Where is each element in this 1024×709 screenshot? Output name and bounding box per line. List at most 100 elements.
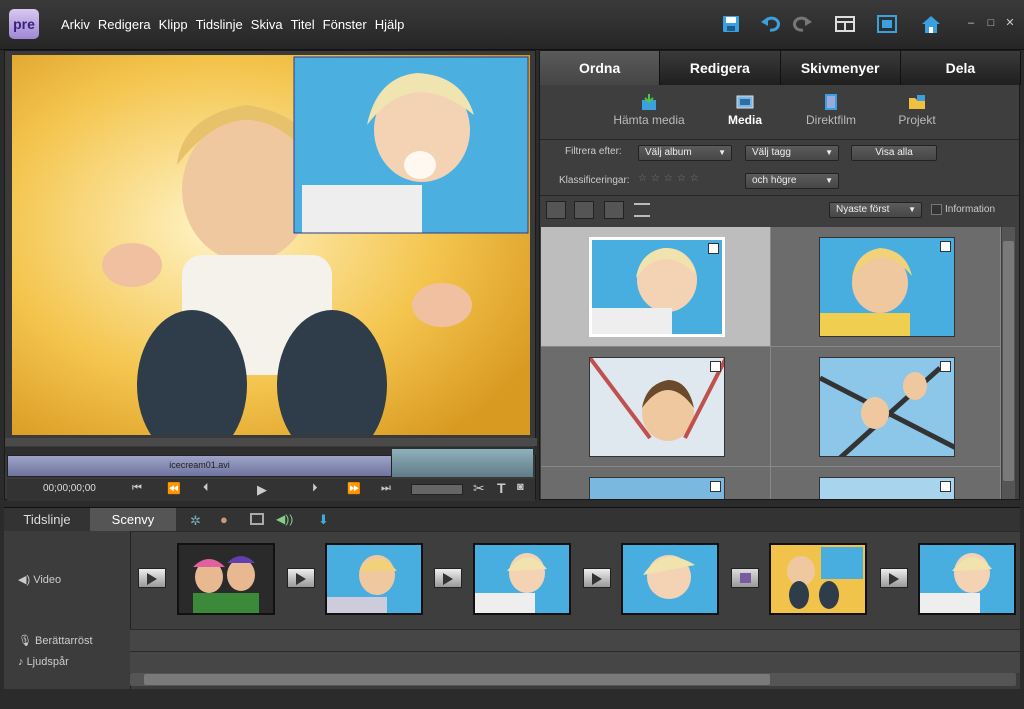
media-scrollbar[interactable] bbox=[1002, 227, 1015, 499]
timeline-scrollbar[interactable] bbox=[130, 673, 1016, 686]
titles-icon[interactable] bbox=[250, 513, 264, 525]
media-item[interactable] bbox=[541, 227, 771, 347]
subtab-projekt[interactable]: Projekt bbox=[872, 87, 962, 127]
monitor-zoom-bar[interactable] bbox=[5, 438, 537, 446]
scene-clip[interactable] bbox=[325, 543, 423, 615]
tag-select[interactable]: Välj tagg ▼ bbox=[745, 145, 839, 161]
fullscreen-icon[interactable] bbox=[876, 14, 898, 34]
step-forward-icon[interactable]: ⏵ bbox=[312, 482, 318, 495]
track-label-video: ◀) Video bbox=[4, 573, 130, 586]
effects-icon[interactable]: ✲ bbox=[190, 513, 201, 529]
tab-tidslinje[interactable]: Tidslinje bbox=[4, 508, 90, 532]
play-icon[interactable]: ▶ bbox=[257, 482, 267, 498]
picture-in-picture-transition-icon[interactable] bbox=[731, 568, 759, 588]
rewind-icon[interactable]: ⏪ bbox=[167, 482, 181, 495]
transition-icon[interactable] bbox=[138, 568, 166, 588]
add-text-icon[interactable]: T bbox=[497, 480, 506, 496]
media-thumbnail bbox=[589, 357, 725, 457]
folder-icon bbox=[909, 95, 925, 109]
go-to-start-icon[interactable]: ⏮ bbox=[132, 482, 142, 495]
maximize-icon[interactable]: □ bbox=[985, 17, 997, 29]
rating-stars[interactable]: ☆☆☆☆☆ bbox=[638, 173, 703, 184]
image-badge-icon bbox=[940, 241, 951, 252]
menu-hjalp[interactable]: Hjälp bbox=[375, 17, 405, 32]
transition-icon[interactable] bbox=[287, 568, 315, 588]
minimize-icon[interactable]: – bbox=[965, 17, 977, 29]
home-icon[interactable] bbox=[920, 14, 942, 34]
menu-bar: pre Arkiv Redigera Klipp Tidslinje Skiva… bbox=[0, 0, 1024, 50]
transition-icon[interactable] bbox=[880, 568, 908, 588]
media-item[interactable] bbox=[541, 347, 771, 467]
save-icon[interactable] bbox=[720, 14, 742, 34]
media-item[interactable] bbox=[771, 347, 1001, 467]
scene-clip[interactable] bbox=[918, 543, 1016, 615]
media-thumbnail bbox=[589, 237, 725, 337]
organize-subtabs: Hämta media Media Direktfilm Projekt bbox=[540, 87, 1021, 137]
audio-mixer-icon[interactable]: ◀)) bbox=[276, 512, 293, 526]
step-back-icon[interactable]: ⏴ bbox=[203, 482, 209, 495]
scrollbar-thumb[interactable] bbox=[144, 674, 770, 685]
information-checkbox[interactable] bbox=[931, 204, 942, 215]
redo-icon[interactable] bbox=[791, 14, 813, 34]
timeline-empty-region bbox=[392, 449, 533, 477]
track-video-name: Video bbox=[33, 574, 62, 586]
video-preview[interactable] bbox=[12, 55, 530, 435]
smartfix-icon[interactable]: ● bbox=[220, 512, 228, 527]
subtab-media[interactable]: Media bbox=[700, 87, 790, 127]
menu-klipp[interactable]: Klipp bbox=[159, 17, 188, 32]
media-item[interactable] bbox=[541, 467, 771, 499]
menu-titel[interactable]: Titel bbox=[291, 17, 315, 32]
image-filter-icon[interactable] bbox=[604, 201, 624, 219]
clip-bar[interactable]: icecream01.avi bbox=[7, 455, 392, 477]
tab-skivmenyer[interactable]: Skivmenyer bbox=[780, 51, 901, 85]
menu-arkiv[interactable]: Arkiv bbox=[61, 17, 90, 32]
organizer-panel: Ordna Redigera Skivmenyer Dela Hämta med… bbox=[539, 50, 1021, 500]
subtab-direktfilm[interactable]: Direktfilm bbox=[786, 87, 876, 127]
close-icon[interactable]: ✕ bbox=[1004, 17, 1016, 29]
subtab-hamta-media[interactable]: Hämta media bbox=[604, 87, 694, 127]
sort-select-value: Nyaste först bbox=[836, 204, 890, 215]
split-clip-icon[interactable]: ✂ bbox=[473, 480, 485, 497]
media-thumbnail bbox=[819, 477, 955, 499]
image-badge-icon bbox=[710, 481, 721, 492]
track-narration-name: Berättarröst bbox=[35, 635, 93, 647]
transition-icon[interactable] bbox=[434, 568, 462, 588]
undo-icon[interactable] bbox=[760, 14, 782, 34]
tab-ordna[interactable]: Ordna bbox=[540, 51, 661, 85]
snapshot-icon[interactable]: ◙ bbox=[517, 481, 524, 493]
main-menu: Arkiv Redigera Klipp Tidslinje Skiva Tit… bbox=[61, 17, 412, 32]
list-view-icon[interactable] bbox=[634, 203, 650, 217]
rating-select-value: och högre bbox=[752, 175, 797, 186]
media-item[interactable] bbox=[771, 467, 1001, 499]
scrollbar-thumb[interactable] bbox=[1003, 241, 1014, 481]
tab-scenvy[interactable]: Scenvy bbox=[90, 508, 176, 532]
tab-redigera[interactable]: Redigera bbox=[660, 51, 781, 85]
monitor-panel: icecream01.avi 00;00;00;00 ⏮ ⏪ ⏴ ▶ ⏵ ⏩ ⏭… bbox=[4, 50, 537, 501]
album-select[interactable]: Välj album ▼ bbox=[638, 145, 732, 161]
audio-filter-icon[interactable] bbox=[574, 201, 594, 219]
show-all-button[interactable]: Visa alla bbox=[851, 145, 937, 161]
scene-clip[interactable] bbox=[769, 543, 867, 615]
speaker-icon: ◀) bbox=[18, 574, 31, 586]
fast-forward-icon[interactable]: ⏩ bbox=[347, 482, 361, 495]
menu-skiva[interactable]: Skiva bbox=[251, 17, 283, 32]
media-thumbnail bbox=[589, 477, 725, 499]
marker-icon[interactable]: ⬇ bbox=[318, 512, 329, 528]
scene-clip[interactable] bbox=[177, 543, 275, 615]
transition-icon[interactable] bbox=[583, 568, 611, 588]
video-filter-icon[interactable] bbox=[546, 201, 566, 219]
menu-tidslinje[interactable]: Tidslinje bbox=[196, 17, 243, 32]
rating-select[interactable]: och högre ▼ bbox=[745, 173, 839, 189]
media-item[interactable] bbox=[771, 227, 1001, 347]
go-to-end-icon[interactable]: ⏭ bbox=[381, 482, 391, 495]
scene-clip[interactable] bbox=[621, 543, 719, 615]
shuttle-slider[interactable] bbox=[411, 484, 463, 495]
menu-fonster[interactable]: Fönster bbox=[323, 17, 367, 32]
layout-icon[interactable] bbox=[834, 14, 856, 34]
tab-dela[interactable]: Dela bbox=[900, 51, 1021, 85]
scene-clip[interactable] bbox=[473, 543, 571, 615]
track-label-narration: 🎙 Berättarröst bbox=[4, 634, 130, 647]
sort-select[interactable]: Nyaste först ▼ bbox=[829, 202, 922, 218]
menu-redigera[interactable]: Redigera bbox=[98, 17, 151, 32]
album-select-value: Välj album bbox=[645, 147, 692, 158]
